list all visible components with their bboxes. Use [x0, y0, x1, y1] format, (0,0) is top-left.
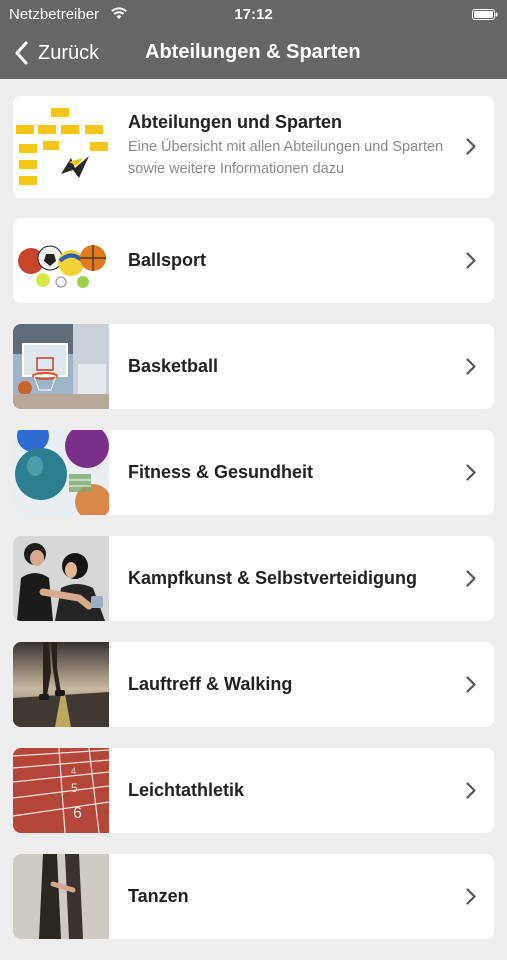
dance-image [13, 854, 109, 939]
list-item-title: Ballsport [128, 250, 207, 270]
list-item-kampfkunst-selbstverteidigung[interactable]: Kampfkunst & Selbstverteidigung [13, 536, 494, 621]
svg-text:4: 4 [71, 766, 76, 776]
basketball-hoop-image [13, 324, 109, 409]
list-item-abteilungen-und-sparten[interactable]: Abteilungen und Sparten Eine Übersicht m… [13, 96, 494, 198]
list-item-title: Basketball [128, 356, 219, 376]
list-item-leichtathletik[interactable]: 4 5 6 Leichtathletik [13, 748, 494, 833]
list-item-description: Eine Übersicht mit allen Abteilungen und… [128, 139, 444, 177]
list-item-fitness-gesundheit[interactable]: Fitness & Gesundheit [13, 430, 494, 515]
back-label: Zurück [38, 41, 100, 64]
svg-text:5: 5 [71, 781, 78, 795]
chevron-right-icon [466, 888, 476, 905]
list-item-ballsport[interactable]: Ballsport [13, 218, 494, 303]
back-chevron-icon [15, 41, 28, 65]
list-item-title: Abteilungen und Sparten [128, 112, 342, 132]
chevron-right-icon [466, 252, 476, 269]
page-title: Abteilungen & Sparten [145, 41, 361, 63]
list-item-title: Lauftreff & Walking [128, 674, 293, 694]
back-button[interactable]: Zurück [14, 40, 99, 66]
list-item-lauftreff-walking[interactable]: Lauftreff & Walking [13, 642, 494, 727]
self-defense-image [13, 536, 109, 621]
list-item-title: Leichtathletik [128, 780, 245, 800]
list-item-title: Fitness & Gesundheit [128, 462, 314, 482]
department-list: Abteilungen und Sparten Eine Übersicht m… [13, 96, 494, 960]
chevron-right-icon [466, 570, 476, 587]
status-bar: Netzbetreiber 17:12 [0, 0, 507, 28]
chevron-right-icon [466, 358, 476, 375]
list-item-basketball[interactable]: Basketball [13, 324, 494, 409]
svg-text:6: 6 [73, 805, 82, 822]
chevron-right-icon [466, 782, 476, 799]
list-item-title: Kampfkunst & Selbstverteidigung [128, 568, 418, 588]
sports-balls-image [13, 218, 109, 303]
fitness-balls-image [13, 430, 109, 515]
org-chart-image [13, 96, 109, 198]
navigation-bar: Zurück Abteilungen & Sparten [0, 28, 507, 79]
chevron-right-icon [466, 676, 476, 693]
running-track-image: 4 5 6 [13, 748, 109, 833]
runner-image [13, 642, 109, 727]
chevron-right-icon [466, 464, 476, 481]
list-item-tanzen[interactable]: Tanzen [13, 854, 494, 939]
list-item-title: Tanzen [128, 886, 189, 906]
battery-icon [472, 9, 498, 20]
status-time: 17:12 [234, 6, 273, 23]
chevron-right-icon [466, 138, 476, 155]
